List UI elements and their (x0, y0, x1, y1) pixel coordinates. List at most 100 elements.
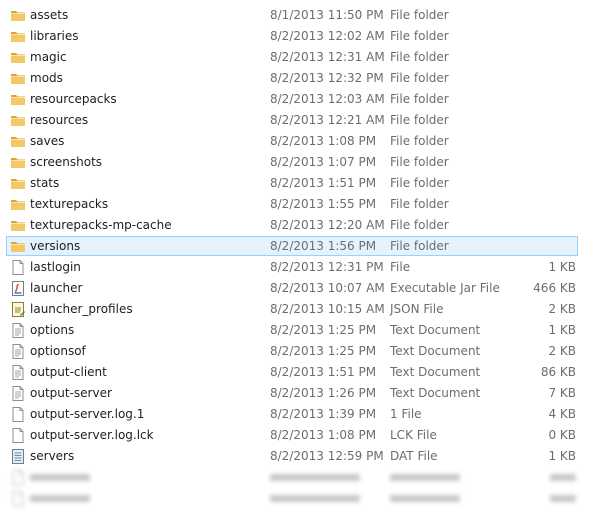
folder-icon (10, 29, 26, 44)
blurred-text (270, 474, 360, 481)
file-name: output-client (30, 365, 107, 379)
folder-icon (10, 155, 26, 170)
file-type: File (390, 260, 411, 274)
file-name: optionsof (30, 344, 86, 358)
blurred-file-row (0, 488, 616, 509)
file-row[interactable]: assets 8/1/2013 11:50 PM File folder (0, 5, 616, 26)
file-date-modified: 8/1/2013 11:50 PM (270, 8, 384, 22)
file-row[interactable]: output-server.log.lck 8/2/2013 1:08 PM LCK… (0, 425, 616, 446)
file-size: 4 KB (548, 407, 576, 421)
file-name: stats (30, 176, 60, 190)
file-date-modified: 8/2/2013 12:32 PM (270, 71, 384, 85)
file-row[interactable]: output-server.log.1 8/2/2013 1:39 PM 1 Fil… (0, 404, 616, 425)
file-type: File folder (390, 239, 449, 253)
file-size: 1 KB (548, 323, 576, 337)
file-name: screenshots (30, 155, 103, 169)
file-type: Text Document (390, 386, 481, 400)
file-size: 86 KB (540, 365, 576, 379)
file-name: assets (30, 8, 69, 22)
file-row[interactable]: output-server 8/2/2013 1:26 PM Text Docume… (0, 383, 616, 404)
file-name: versions (30, 239, 81, 253)
text-document-icon (10, 365, 26, 380)
file-type: File folder (390, 71, 449, 85)
file-size: 1 KB (548, 449, 576, 463)
file-row[interactable]: resources 8/2/2013 12:21 AM File folder (0, 110, 616, 131)
file-icon (10, 491, 26, 506)
file-date-modified: 8/2/2013 12:59 PM (270, 449, 384, 463)
file-name: libraries (30, 29, 79, 43)
folder-icon (10, 197, 26, 212)
file-type: File folder (390, 92, 449, 106)
file-row[interactable]: servers 8/2/2013 12:59 PM DAT File 1 KB (0, 446, 616, 467)
file-row[interactable]: launcher_profiles 8/2/2013 10:15 AM JSON F… (0, 299, 616, 320)
file-type: LCK File (390, 428, 437, 442)
file-row[interactable]: resourcepacks 8/2/2013 12:03 AM File folde… (0, 89, 616, 110)
folder-icon (10, 134, 26, 149)
file-date-modified: 8/2/2013 12:31 AM (270, 50, 385, 64)
file-type: File folder (390, 29, 449, 43)
file-row[interactable]: texturepacks-mp-cache 8/2/2013 12:20 AM Fi… (0, 215, 616, 236)
file-row[interactable]: magic 8/2/2013 12:31 AM File folder (0, 47, 616, 68)
blurred-text (270, 495, 360, 502)
file-name: output-server (30, 386, 112, 400)
folder-icon (10, 113, 26, 128)
blurred-text (30, 474, 90, 481)
text-document-icon (10, 323, 26, 338)
file-row[interactable]: texturepacks 8/2/2013 1:55 PM File folder (0, 194, 616, 215)
file-date-modified: 8/2/2013 1:51 PM (270, 176, 377, 190)
file-row[interactable]: optionsof 8/2/2013 1:25 PM Text Document 2 … (0, 341, 616, 362)
file-date-modified: 8/2/2013 1:25 PM (270, 344, 377, 358)
file-type: JSON File (390, 302, 444, 316)
blurred-text (550, 495, 576, 502)
file-date-modified: 8/2/2013 12:31 PM (270, 260, 384, 274)
file-name: output-server.log.1 (30, 407, 145, 421)
file-type: 1 File (390, 407, 422, 421)
file-row[interactable]: stats 8/2/2013 1:51 PM File folder (0, 173, 616, 194)
file-row[interactable]: output-client 8/2/2013 1:51 PM Text Docume… (0, 362, 616, 383)
file-date-modified: 8/2/2013 1:39 PM (270, 407, 377, 421)
file-type: File folder (390, 8, 449, 22)
file-name: mods (30, 71, 63, 85)
json-file-icon (10, 302, 26, 317)
file-type: Text Document (390, 344, 481, 358)
blurred-file-row (0, 467, 616, 488)
file-row[interactable]: screenshots 8/2/2013 1:07 PM File folder (0, 152, 616, 173)
blurred-text (30, 495, 90, 502)
folder-icon (10, 176, 26, 191)
folder-icon (10, 218, 26, 233)
folder-icon (10, 50, 26, 65)
file-type: Text Document (390, 365, 481, 379)
file-row[interactable]: options 8/2/2013 1:25 PM Text Document 1 KB (0, 320, 616, 341)
folder-icon (10, 239, 26, 254)
file-name: lastlogin (30, 260, 81, 274)
blurred-text (390, 474, 460, 481)
folder-icon (10, 8, 26, 23)
dat-file-icon (10, 449, 26, 464)
file-size: 1 KB (548, 260, 576, 274)
file-date-modified: 8/2/2013 12:20 AM (270, 218, 385, 232)
blurred-text (390, 495, 460, 502)
file-date-modified: 8/2/2013 12:02 AM (270, 29, 385, 43)
file-name: saves (30, 134, 65, 148)
file-row[interactable]: launcher 8/2/2013 10:07 AM Executable Jar … (0, 278, 616, 299)
file-size: 0 KB (548, 428, 576, 442)
file-row[interactable]: versions 8/2/2013 1:56 PM File folder (0, 236, 616, 257)
file-type: DAT File (390, 449, 438, 463)
file-type: File folder (390, 50, 449, 64)
file-date-modified: 8/2/2013 1:25 PM (270, 323, 377, 337)
file-name: texturepacks (30, 197, 109, 211)
text-document-icon (10, 344, 26, 359)
file-icon (10, 428, 26, 443)
file-icon (10, 260, 26, 275)
blurred-text (550, 474, 576, 481)
file-date-modified: 8/2/2013 10:15 AM (270, 302, 385, 316)
file-name: launcher (30, 281, 83, 295)
file-date-modified: 8/2/2013 1:08 PM (270, 428, 377, 442)
file-row[interactable]: lastlogin 8/2/2013 12:31 PM File 1 KB (0, 257, 616, 278)
file-size: 2 KB (548, 344, 576, 358)
file-type: File folder (390, 176, 449, 190)
file-date-modified: 8/2/2013 1:51 PM (270, 365, 377, 379)
file-row[interactable]: libraries 8/2/2013 12:02 AM File folder (0, 26, 616, 47)
file-row[interactable]: mods 8/2/2013 12:32 PM File folder (0, 68, 616, 89)
file-row[interactable]: saves 8/2/2013 1:08 PM File folder (0, 131, 616, 152)
